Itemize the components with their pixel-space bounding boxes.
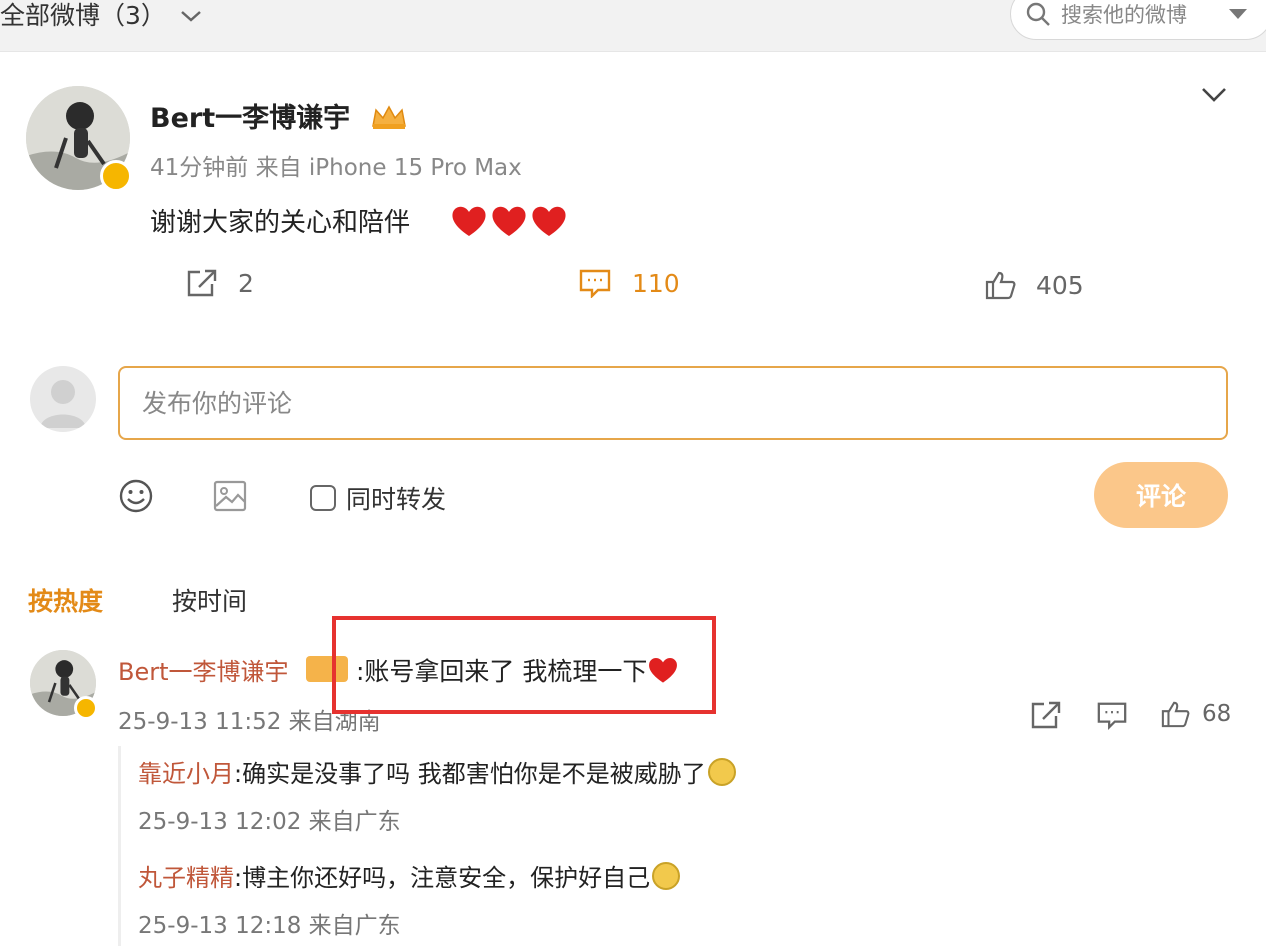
reply-thread-divider xyxy=(118,746,121,946)
verified-badge-icon xyxy=(74,696,98,720)
comment-count: 110 xyxy=(632,268,680,298)
comment-icon xyxy=(579,269,611,298)
post-meta: 41分钟前 来自 iPhone 15 Pro Max xyxy=(150,155,522,181)
comment-input[interactable] xyxy=(118,366,1228,440)
weibo-filter-dropdown[interactable]: 全部微博（3） xyxy=(0,0,204,32)
thumbs-up-icon xyxy=(1161,701,1190,728)
heart-icon xyxy=(452,206,486,236)
post-text: 谢谢大家的关心和陪伴 xyxy=(150,208,411,238)
weibo-post: Bert一李博谦宇 41分钟前 来自 iPhone 15 Pro Max 谢谢大… xyxy=(0,52,1266,946)
comment-like-button[interactable]: 68 xyxy=(1160,700,1231,728)
search-box[interactable]: 搜索他的微博 xyxy=(1010,0,1266,40)
comment-like-count: 68 xyxy=(1202,701,1232,727)
emoji-icon[interactable] xyxy=(118,478,154,514)
default-user-icon xyxy=(40,380,86,428)
weibo-filter-label: 全部微博（3） xyxy=(0,1,166,30)
comment-repost-icon[interactable] xyxy=(1030,700,1062,730)
verified-badge-icon xyxy=(100,160,132,192)
current-user-avatar xyxy=(30,366,96,432)
worried-emoji-icon xyxy=(707,757,736,786)
repost-count: 2 xyxy=(238,268,254,298)
like-count: 405 xyxy=(1036,270,1084,300)
search-icon xyxy=(1026,2,1050,26)
post-menu-chevron-icon[interactable] xyxy=(1200,86,1228,104)
image-icon[interactable] xyxy=(212,478,248,514)
caret-down-icon xyxy=(1229,9,1247,19)
reply-author-name[interactable]: 丸子精精 xyxy=(138,858,234,893)
tab-sort-by-time[interactable]: 按时间 xyxy=(172,582,247,618)
reply-item: 丸子精精 :博主你还好吗，注意安全，保护好自己 xyxy=(138,858,681,893)
crown-icon xyxy=(372,105,406,129)
reply-meta: 25-9-13 12:02 来自广东 xyxy=(138,809,401,835)
search-placeholder: 搜索他的微博 xyxy=(1061,3,1187,27)
repost-button[interactable]: 2 xyxy=(186,268,254,298)
heart-icon xyxy=(492,206,526,236)
comment-author-name[interactable]: Bert一李博谦宇 xyxy=(118,652,289,687)
repost-icon xyxy=(187,269,217,297)
reply-author-name[interactable]: 靠近小月 xyxy=(138,754,234,789)
submit-comment-button[interactable]: 评论 xyxy=(1094,462,1228,528)
repost-also-label: 同时转发 xyxy=(346,485,447,514)
chevron-down-icon xyxy=(181,11,201,22)
comment-button[interactable]: 110 xyxy=(578,268,680,298)
reply-item: 靠近小月 :确实是没事了吗 我都害怕你是不是被威胁了 xyxy=(138,754,736,789)
heart-emojis xyxy=(450,204,568,238)
thumbs-up-icon xyxy=(985,271,1016,300)
tab-sort-by-hot[interactable]: 按热度 xyxy=(28,582,103,618)
top-bar: 全部微博（3） 搜索他的微博 xyxy=(0,0,1266,52)
heart-icon xyxy=(532,206,566,236)
reply-text: :确实是没事了吗 我都害怕你是不是被威胁了 xyxy=(234,760,706,788)
reply-meta: 25-9-13 12:18 来自广东 xyxy=(138,913,401,939)
like-button[interactable]: 405 xyxy=(984,270,1084,300)
repost-also-checkbox[interactable]: 同时转发 xyxy=(310,480,446,516)
reply-text: :博主你还好吗，注意安全，保护好自己 xyxy=(234,864,651,892)
post-author-name[interactable]: Bert一李博谦宇 xyxy=(150,96,350,135)
worried-emoji-icon xyxy=(652,861,681,890)
comment-reply-icon[interactable] xyxy=(1096,700,1128,730)
red-highlight-box xyxy=(332,616,716,714)
checkbox-box[interactable] xyxy=(310,485,336,511)
